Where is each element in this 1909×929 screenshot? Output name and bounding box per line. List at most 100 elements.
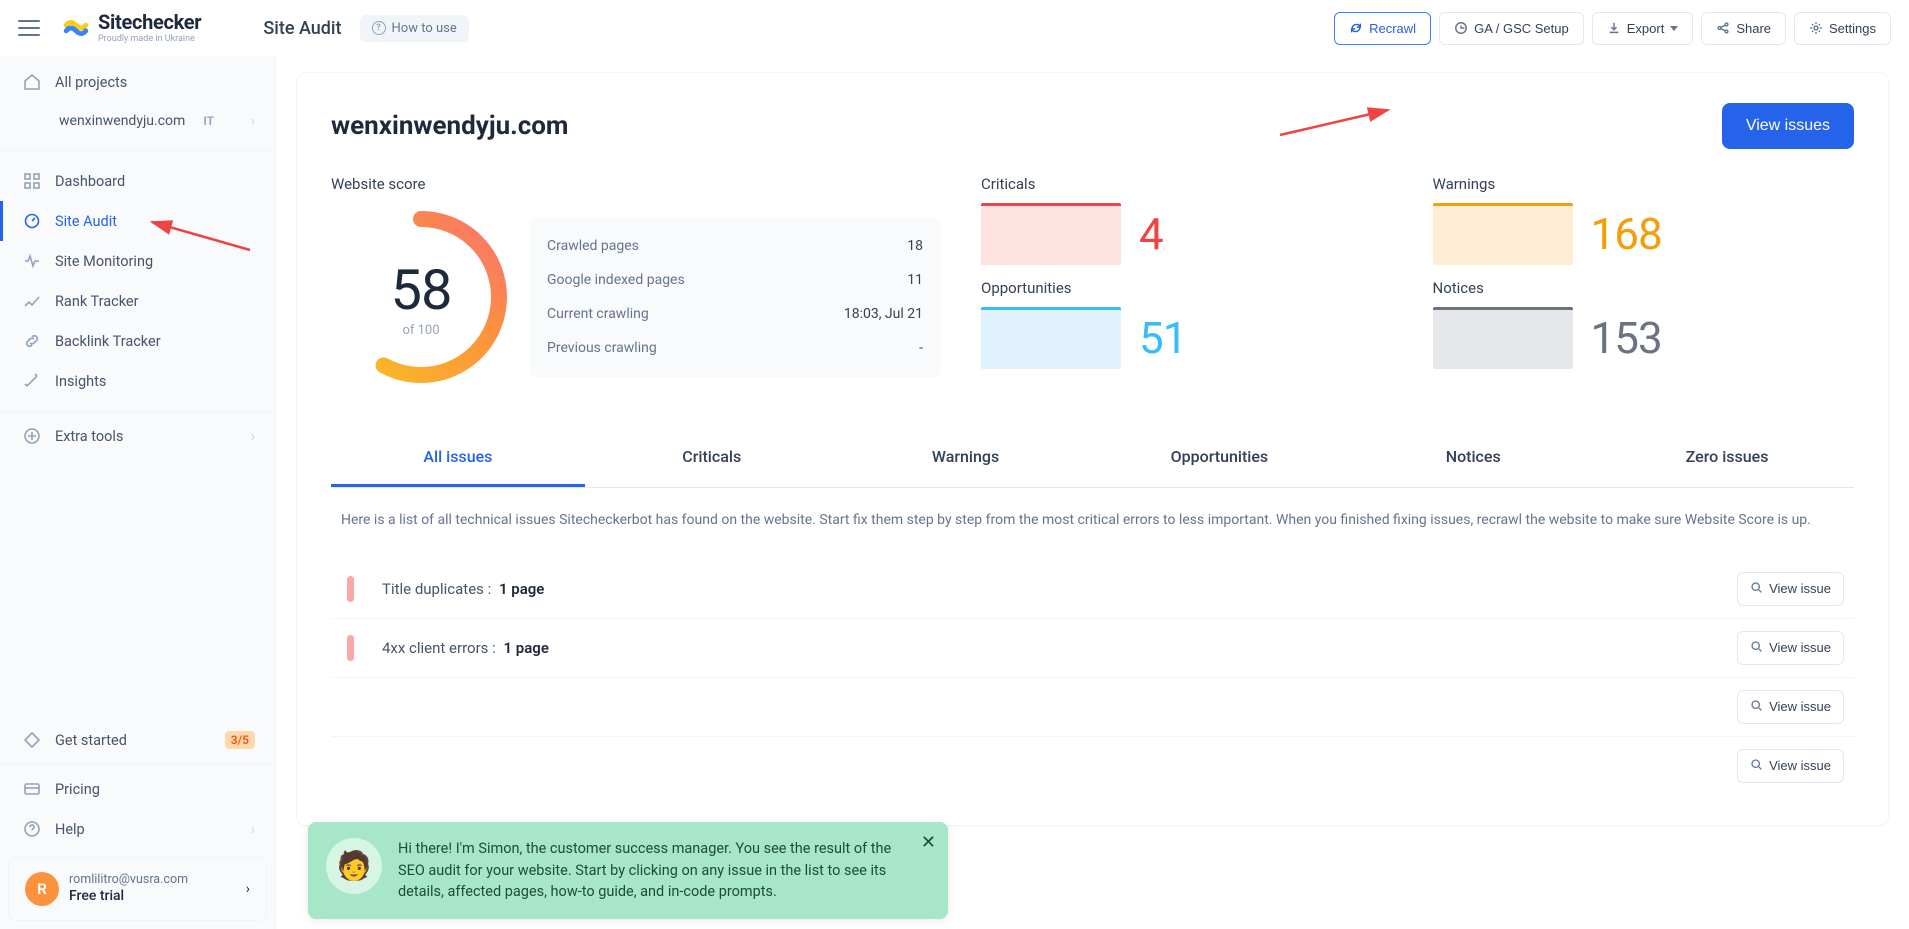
- sidebar-project[interactable]: wenxinwendyju.com IT ›: [0, 102, 275, 140]
- download-icon: [1607, 21, 1621, 35]
- help-circle-icon: [23, 820, 41, 838]
- criticals-bar[interactable]: [981, 203, 1121, 265]
- opportunities-value: 51: [1139, 312, 1186, 364]
- criticals-label: Criticals: [981, 175, 1403, 193]
- view-issue-button[interactable]: View issue: [1737, 572, 1844, 606]
- google-icon: [1454, 21, 1468, 35]
- howto-button[interactable]: ? How to use: [360, 15, 469, 42]
- view-issue-button[interactable]: View issue: [1737, 749, 1844, 783]
- share-button[interactable]: Share: [1701, 12, 1786, 45]
- view-issue-button[interactable]: View issue: [1737, 690, 1844, 724]
- card-icon: [23, 780, 41, 798]
- tab-opportunities[interactable]: Opportunities: [1092, 431, 1346, 487]
- severity-indicator: [347, 635, 354, 661]
- ga-gsc-button[interactable]: GA / GSC Setup: [1439, 12, 1584, 45]
- grid-icon: [23, 172, 41, 190]
- refresh-icon: [1349, 21, 1363, 35]
- issue-row[interactable]: 4xx client errors : 1 page View issue: [331, 618, 1854, 677]
- caret-down-icon: [1670, 26, 1678, 31]
- severity-indicator: [347, 576, 354, 602]
- main-content: wenxinwendyju.com View issues Website sc…: [276, 0, 1909, 929]
- warnings-bar[interactable]: [1433, 203, 1573, 265]
- sidebar-item-rank-tracker[interactable]: Rank Tracker: [0, 281, 275, 321]
- view-issue-button[interactable]: View issue: [1737, 631, 1844, 665]
- opportunities-bar[interactable]: [981, 307, 1121, 369]
- search-icon: [1750, 640, 1763, 656]
- chevron-right-icon: ›: [251, 113, 255, 129]
- issue-row[interactable]: View issue: [331, 677, 1854, 736]
- sidebar-item-extra-tools[interactable]: Extra tools ›: [0, 416, 275, 456]
- search-icon: [1750, 581, 1763, 597]
- sidebar-item-backlink-tracker[interactable]: Backlink Tracker: [0, 321, 275, 361]
- chevron-right-icon: ›: [251, 428, 255, 445]
- sidebar: All projects wenxinwendyju.com IT › Dash…: [0, 0, 276, 929]
- chart-icon: [23, 292, 41, 310]
- link-icon: [23, 332, 41, 350]
- sidebar-item-site-monitoring[interactable]: Site Monitoring: [0, 241, 275, 281]
- issue-tabs: All issues Criticals Warnings Opportunit…: [331, 431, 1854, 488]
- sidebar-item-site-audit[interactable]: Site Audit: [0, 201, 275, 241]
- brand-tagline: Proudly made in Ukraine: [98, 35, 201, 44]
- pulse-icon: [23, 252, 41, 270]
- gauge-icon: [23, 212, 41, 230]
- get-started-badge: 3/5: [225, 731, 255, 749]
- avatar-simon: 🧑: [326, 838, 382, 894]
- close-icon[interactable]: ✕: [921, 832, 936, 853]
- page-title: Site Audit: [263, 18, 341, 39]
- chevron-right-icon: ›: [251, 821, 255, 838]
- account-plan: Free trial: [69, 888, 188, 906]
- logo-mark-icon: [62, 18, 90, 38]
- issue-row[interactable]: View issue: [331, 736, 1854, 795]
- home-icon: [23, 73, 41, 91]
- opportunities-label: Opportunities: [981, 279, 1403, 297]
- onboarding-toast: 🧑 Hi there! I'm Simon, the customer succ…: [308, 822, 948, 919]
- sidebar-item-all-projects[interactable]: All projects: [0, 62, 275, 102]
- criticals-value: 4: [1139, 208, 1163, 260]
- tab-all-issues[interactable]: All issues: [331, 431, 585, 487]
- toast-message: Hi there! I'm Simon, the customer succes…: [398, 838, 906, 903]
- tab-zero-issues[interactable]: Zero issues: [1600, 431, 1854, 487]
- sidebar-item-pricing[interactable]: Pricing: [0, 769, 275, 809]
- tab-notices[interactable]: Notices: [1346, 431, 1600, 487]
- tab-criticals[interactable]: Criticals: [585, 431, 839, 487]
- howto-label: How to use: [392, 21, 457, 36]
- warnings-value: 168: [1591, 208, 1662, 260]
- warnings-label: Warnings: [1433, 175, 1855, 193]
- score-of: of 100: [402, 323, 439, 338]
- score-stats: Crawled pages18 Google indexed pages11 C…: [529, 217, 941, 377]
- plus-circle-icon: [23, 427, 41, 445]
- gear-icon: [1809, 21, 1823, 35]
- sidebar-item-get-started[interactable]: Get started 3/5: [0, 720, 275, 760]
- brand-name: Sitechecker: [98, 12, 201, 32]
- tab-warnings[interactable]: Warnings: [839, 431, 1093, 487]
- domain-title: wenxinwendyju.com: [331, 111, 568, 141]
- audit-card: wenxinwendyju.com View issues Website sc…: [296, 72, 1889, 826]
- sidebar-item-help[interactable]: Help ›: [0, 809, 275, 849]
- chevron-right-icon: ›: [246, 881, 250, 897]
- notices-value: 153: [1591, 312, 1662, 364]
- search-icon: [1750, 699, 1763, 715]
- score-gauge: 58 of 100: [331, 207, 511, 387]
- view-issues-button[interactable]: View issues: [1722, 103, 1854, 149]
- score-value: 58: [391, 257, 452, 323]
- logo[interactable]: Sitechecker Proudly made in Ukraine: [62, 12, 201, 44]
- notices-bar[interactable]: [1433, 307, 1573, 369]
- score-title: Website score: [331, 175, 941, 193]
- topbar: Sitechecker Proudly made in Ukraine Site…: [0, 0, 1909, 56]
- help-icon: ?: [372, 21, 386, 35]
- recrawl-button[interactable]: Recrawl: [1334, 12, 1431, 45]
- issues-list: Title duplicates : 1 page View issue 4xx…: [331, 560, 1854, 795]
- avatar: R: [25, 872, 59, 906]
- export-button[interactable]: Export: [1592, 12, 1694, 45]
- settings-button[interactable]: Settings: [1794, 12, 1891, 45]
- sidebar-item-insights[interactable]: Insights: [0, 361, 275, 401]
- account-email: romlilitro@vusra.com: [69, 872, 188, 888]
- account-menu[interactable]: R romlilitro@vusra.com Free trial ›: [8, 857, 267, 921]
- search-icon: [1750, 758, 1763, 774]
- sidebar-item-dashboard[interactable]: Dashboard: [0, 161, 275, 201]
- menu-toggle[interactable]: [18, 20, 40, 36]
- notices-label: Notices: [1433, 279, 1855, 297]
- issue-row[interactable]: Title duplicates : 1 page View issue: [331, 560, 1854, 618]
- wand-icon: [23, 372, 41, 390]
- tab-description: Here is a list of all technical issues S…: [331, 488, 1854, 538]
